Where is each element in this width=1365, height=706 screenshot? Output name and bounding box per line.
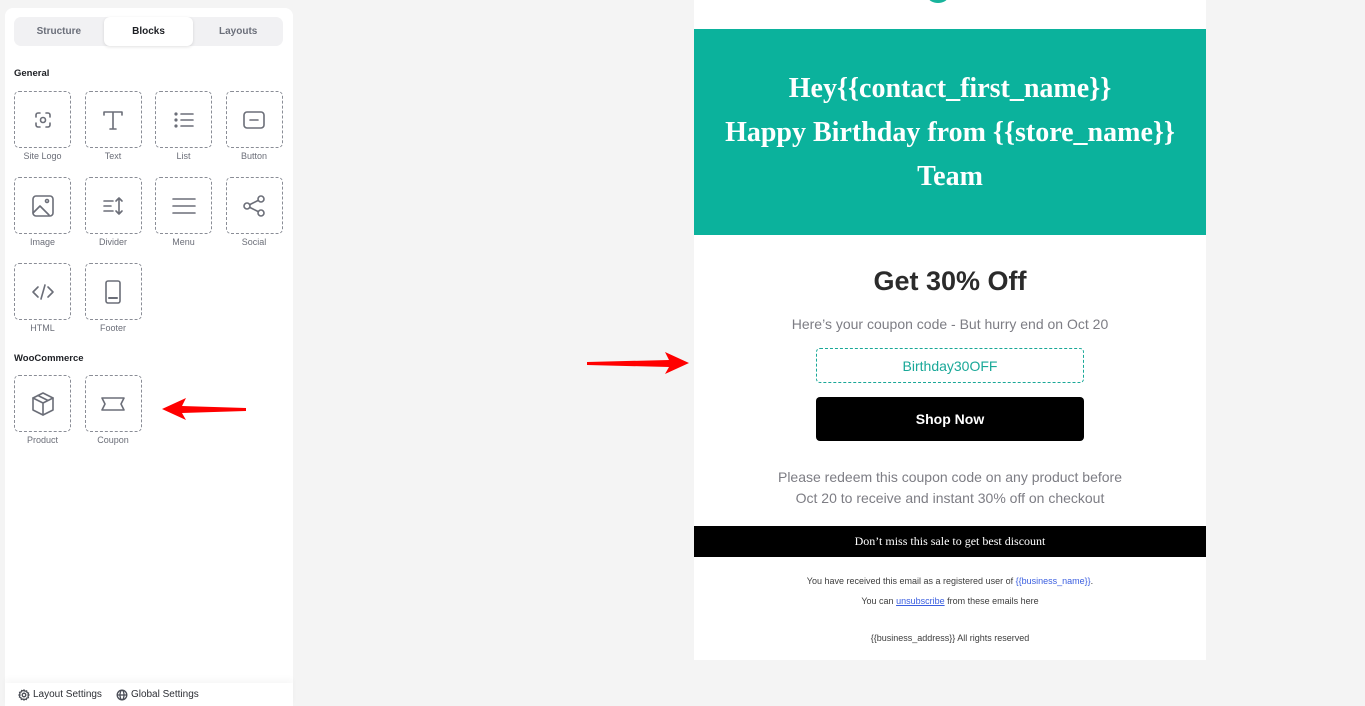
legal-line-3: {{business_address}} All rights reserved [870,633,1030,643]
block-site-logo[interactable]: Site Logo [14,91,71,177]
block-list[interactable]: List [155,91,212,177]
block-label: List [176,151,191,161]
block-divider[interactable]: Divider [84,177,142,263]
block-menu[interactable]: Menu [155,177,212,263]
global-settings-button[interactable]: Global Settings [116,689,199,701]
list-icon [173,111,194,128]
shop-now-button[interactable]: Shop Now [816,397,1084,441]
email-preview: Hey{{contact_first_name}} Happy Birthday… [694,0,1206,660]
block-label: HTML [30,323,55,333]
block-product[interactable]: Product [14,375,71,461]
unsubscribe-link[interactable]: unsubscribe [896,596,945,606]
block-label: Site Logo [23,151,62,161]
block-image[interactable]: Image [14,177,71,263]
hero-line-team: Team [917,161,983,192]
block-label: Footer [99,323,126,333]
sidebar-footer: Layout Settings Global Settings [5,683,293,706]
block-coupon[interactable]: Coupon [84,375,142,461]
tab-structure[interactable]: Structure [14,17,104,46]
sale-banner: Don’t miss this sale to get best discoun… [694,526,1206,557]
hero-line-greeting: Hey{{contact_first_name}} [788,73,1112,104]
text-icon [103,110,123,130]
legal-line-2: You can unsubscribe from these emails he… [694,596,1206,606]
global-settings-label: Global Settings [130,689,199,700]
redeem-text: Please redeem this coupon code on any pr… [694,467,1206,509]
general-blocks-grid: Site Logo Text List Button Image Divider… [14,91,283,349]
globe-icon [116,689,128,700]
image-icon [31,194,54,217]
annotation-arrow-right [587,352,689,374]
section-title-woocommerce: WooCommerce [14,353,84,364]
site-logo [928,0,948,3]
block-label: Button [240,151,268,161]
section-title-general: General [14,68,50,79]
redeem-line-2: Oct 20 to receive and instant 30% off on… [795,490,1105,506]
sidebar-tabs: Structure Blocks Layouts [14,17,283,46]
gear-icon [18,688,30,701]
legal-text: from these emails here [944,596,1039,606]
share-icon [243,194,265,217]
business-name-var: {{business_name}} [1015,576,1091,586]
block-html[interactable]: HTML [14,263,71,349]
redeem-line-1: Please redeem this coupon code on any pr… [777,469,1122,485]
code-icon [31,283,54,300]
offer-subtitle: Here’s your coupon code - But hurry end … [791,316,1109,332]
divider-icon [103,196,123,215]
block-label: Divider [98,237,127,247]
tab-layouts[interactable]: Layouts [193,17,283,46]
block-button[interactable]: Button [225,91,283,177]
block-social[interactable]: Social [225,177,283,263]
block-label: Product [26,435,59,445]
legal-text: . [1090,576,1094,586]
hero-banner[interactable]: Hey{{contact_first_name}} Happy Birthday… [694,29,1206,235]
block-footer[interactable]: Footer [84,263,142,349]
menu-icon [171,197,196,214]
footer-icon [105,279,121,304]
layout-settings-button[interactable]: Layout Settings [18,688,102,701]
block-label: Social [241,237,267,247]
block-label: Image [29,237,55,247]
coupon-code-box[interactable]: Birthday30OFF [816,348,1084,383]
block-label: Menu [172,237,195,247]
block-label: Text [104,151,122,161]
block-text[interactable]: Text [84,91,142,177]
box-icon [31,391,54,416]
legal-text: You have received this email as a regist… [806,576,1016,586]
button-icon [243,110,265,129]
block-label: Coupon [97,435,129,445]
blocks-sidebar: Structure Blocks Layouts General Site Lo… [5,8,293,706]
legal-line-1: You have received this email as a regist… [694,576,1206,586]
ticket-icon [101,396,125,411]
layout-settings-label: Layout Settings [33,689,102,700]
tab-blocks[interactable]: Blocks [103,17,194,46]
legal-text: You can [861,596,897,606]
offer-title: Get 30% Off [873,266,1027,296]
site-logo-icon [34,111,51,128]
hero-line-birthday: Happy Birthday from {{store_name}} [725,117,1175,148]
annotation-arrow-left [162,398,246,420]
